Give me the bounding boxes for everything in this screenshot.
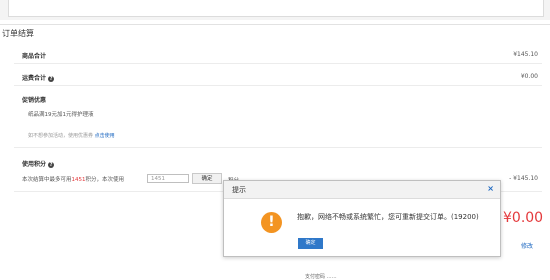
promo-note: 如不想参加活动，使用优惠券 点击使用 bbox=[28, 132, 115, 139]
shipping-label: 运费合计? bbox=[22, 73, 55, 82]
divider bbox=[14, 147, 542, 148]
points-max: 1451 bbox=[71, 177, 86, 183]
shipping-label-text: 运费合计 bbox=[22, 75, 47, 82]
subtotal-amount: ¥145.10 bbox=[513, 51, 538, 58]
promo-label: 促销优惠 bbox=[22, 97, 47, 104]
total-amount: ¥0.00 bbox=[503, 210, 544, 226]
dialog-header: 提示 × bbox=[224, 181, 500, 199]
info-icon[interactable]: ? bbox=[48, 75, 55, 82]
shipping-amount: ¥0.00 bbox=[520, 73, 538, 80]
divider bbox=[14, 85, 542, 86]
use-coupon-link[interactable]: 点击使用 bbox=[95, 133, 115, 139]
alert-dialog: 提示 × ! 抱歉，网络不畅或系统繁忙，您可重新提交订单。(19200) 确定 bbox=[223, 180, 501, 257]
points-text-post: 积分，本次使用 bbox=[85, 177, 125, 183]
dialog-message: 抱歉，网络不畅或系统繁忙，您可重新提交订单。(19200) bbox=[297, 213, 479, 221]
dialog-title: 提示 bbox=[232, 186, 246, 194]
points-input[interactable]: 1451 bbox=[147, 174, 189, 183]
divider bbox=[14, 63, 542, 64]
points-deduction-amount: - ¥145.10 bbox=[509, 175, 538, 182]
info-icon[interactable]: ? bbox=[48, 161, 55, 168]
close-icon[interactable]: × bbox=[487, 184, 494, 193]
promo-note-text: 如不想参加活动，使用优惠券 bbox=[28, 133, 94, 139]
points-text-pre: 本次结算中最多可用 bbox=[22, 177, 72, 183]
subtotal-label: 商品合计 bbox=[22, 53, 47, 60]
section-title: 订单结算 bbox=[2, 29, 34, 38]
warning-icon: ! bbox=[261, 212, 282, 233]
points-confirm-button[interactable]: 确定 bbox=[192, 173, 222, 184]
top-band bbox=[0, 0, 550, 20]
points-label: 使用积分? bbox=[22, 159, 55, 168]
promo-item: 纸品满19元加1元得护理液 bbox=[28, 112, 94, 118]
points-line: 本次结算中最多可用1451积分，本次使用 bbox=[22, 175, 124, 183]
points-label-text: 使用积分 bbox=[22, 161, 47, 168]
top-panel bbox=[8, 0, 544, 17]
edit-link[interactable]: 修改 bbox=[521, 241, 533, 250]
dialog-ok-button[interactable]: 确定 bbox=[298, 238, 323, 249]
